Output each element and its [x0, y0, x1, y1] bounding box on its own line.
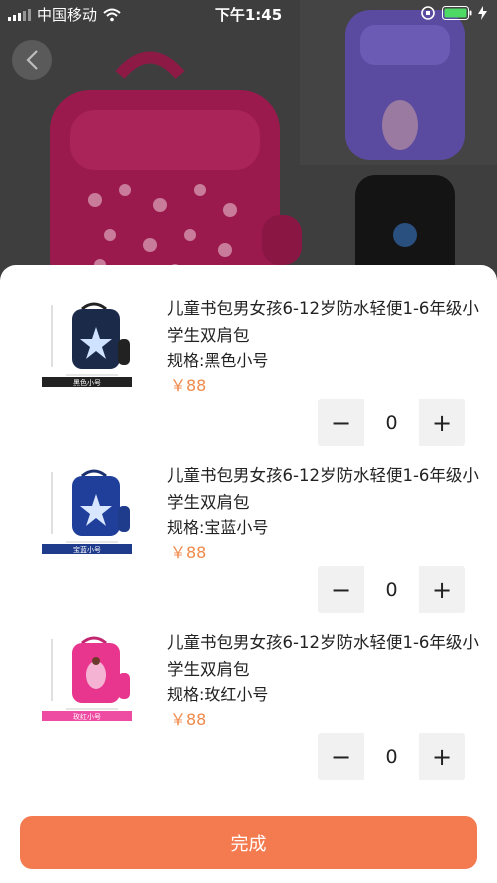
battery-icon — [442, 6, 472, 20]
product-price: ￥88 — [170, 376, 207, 395]
back-button[interactable] — [12, 40, 52, 80]
spec-selection-sheet: 黑色小号 儿童书包男女孩6-12岁防水轻便1-6年级小学生双肩包 规格:黑色小号… — [0, 265, 497, 883]
product-item: 宝蓝小号 儿童书包男女孩6-12岁防水轻便1-6年级小学生双肩包 规格:宝蓝小号… — [0, 432, 497, 613]
status-right — [420, 5, 487, 21]
charging-icon — [478, 6, 487, 20]
product-thumbnail: 玫红小号 — [38, 629, 134, 725]
quantity-stepper: − 0 + — [318, 733, 465, 780]
product-thumbnail: 黑色小号 — [38, 295, 134, 391]
product-title: 儿童书包男女孩6-12岁防水轻便1-6年级小学生双肩包 — [167, 466, 479, 512]
backpack-photo — [0, 0, 497, 290]
quantity-value[interactable]: 0 — [364, 733, 419, 780]
product-spec: 规格:黑色小号 — [167, 351, 269, 370]
thumb-caption: 黑色小号 — [73, 378, 101, 387]
product-spec: 规格:宝蓝小号 — [167, 518, 269, 537]
increase-button[interactable]: + — [419, 733, 465, 780]
product-photo-background — [0, 0, 497, 290]
back-arrow-icon — [26, 50, 38, 70]
product-price: ￥88 — [170, 543, 207, 562]
product-title: 儿童书包男女孩6-12岁防水轻便1-6年级小学生双肩包 — [167, 633, 479, 679]
done-button[interactable]: 完成 — [20, 816, 477, 869]
decrease-button[interactable]: − — [318, 733, 364, 780]
status-bar: 中国移动 下午1:45 — [0, 0, 497, 28]
orientation-lock-icon — [421, 6, 435, 20]
product-title: 儿童书包男女孩6-12岁防水轻便1-6年级小学生双肩包 — [167, 299, 479, 345]
product-thumbnail: 宝蓝小号 — [38, 462, 134, 558]
product-item: 玫红小号 儿童书包男女孩6-12岁防水轻便1-6年级小学生双肩包 规格:玫红小号… — [0, 599, 497, 780]
product-item: 黑色小号 儿童书包男女孩6-12岁防水轻便1-6年级小学生双肩包 规格:黑色小号… — [0, 265, 497, 446]
product-spec: 规格:玫红小号 — [167, 685, 269, 704]
product-price: ￥88 — [170, 710, 207, 729]
thumb-caption: 玫红小号 — [73, 712, 101, 721]
thumb-caption: 宝蓝小号 — [73, 545, 101, 554]
